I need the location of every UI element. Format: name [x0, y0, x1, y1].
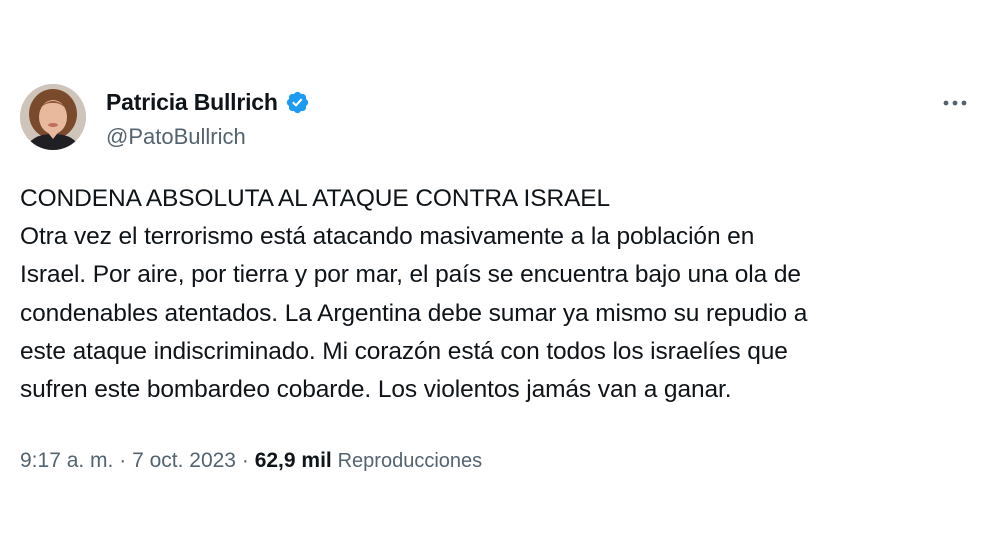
tweet-text-line: condenables atentados. La Argentina debe…	[20, 299, 808, 327]
tweet-text-line: este ataque indiscriminado. Mi corazón e…	[20, 337, 788, 365]
views-label: Reproducciones	[337, 450, 483, 472]
tweet-text-line: CONDENA ABSOLUTA AL ATAQUE CONTRA ISRAEL	[20, 185, 611, 212]
more-options-button[interactable]	[940, 90, 970, 116]
views-count[interactable]: 62,9 mil	[255, 449, 332, 472]
tweet-text: CONDENA ABSOLUTA AL ATAQUE CONTRA ISRAEL…	[20, 180, 970, 409]
tweet-date[interactable]: 7 oct. 2023	[132, 449, 236, 472]
meta-separator: ·	[241, 449, 249, 472]
tweet-text-line: sufren este bombardeo cobarde. Los viole…	[20, 376, 732, 404]
tweet-text-line: Otra vez el terrorismo está atacando mas…	[20, 223, 755, 251]
tweet-card: Patricia Bullrich @PatoBullrich CONDENA …	[0, 0, 992, 556]
tweet-time[interactable]: 9:17 a. m.	[20, 449, 113, 472]
author-name-row: Patricia Bullrich	[106, 89, 310, 116]
more-horizontal-icon	[943, 100, 967, 106]
meta-separator: ·	[119, 449, 127, 472]
tweet-meta: 9:17 a. m. · 7 oct. 2023 · 62,9 mil Repr…	[20, 449, 482, 473]
avatar-image	[20, 84, 86, 150]
tweet-text-line: Israel. Por aire, por tierra y por mar, …	[20, 261, 801, 289]
verified-badge-icon	[286, 91, 308, 114]
avatar[interactable]	[20, 84, 86, 150]
author-handle[interactable]: @PatoBullrich	[106, 124, 246, 150]
author-display-name[interactable]: Patricia Bullrich	[106, 89, 278, 116]
